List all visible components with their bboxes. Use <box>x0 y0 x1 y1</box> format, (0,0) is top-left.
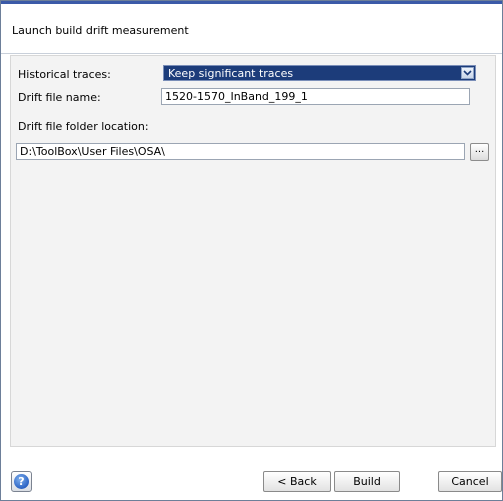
dialog-header: Launch build drift measurement <box>1 4 502 54</box>
dialog-footer: ? < Back Build Cancel <box>1 447 502 500</box>
drift-file-name-input[interactable]: 1520-1570_InBand_199_1 <box>161 88 470 105</box>
drift-file-name-label: Drift file name: <box>18 91 101 104</box>
build-button[interactable]: Build <box>334 471 400 492</box>
dialog-title: Launch build drift measurement <box>12 24 189 37</box>
help-button[interactable]: ? <box>11 471 32 492</box>
browse-button[interactable]: ... <box>470 143 489 161</box>
chevron-down-icon[interactable] <box>461 67 474 79</box>
historical-traces-select[interactable]: Keep significant traces <box>163 65 476 81</box>
dialog-window: Launch build drift measurement Historica… <box>0 0 503 501</box>
folder-location-label: Drift file folder location: <box>18 120 149 133</box>
historical-traces-label: Historical traces: <box>18 68 111 81</box>
drift-file-name-value: 1520-1570_InBand_199_1 <box>165 90 308 103</box>
back-button[interactable]: < Back <box>263 471 331 492</box>
help-icon: ? <box>14 474 29 489</box>
form-panel: Historical traces: Keep significant trac… <box>10 55 496 447</box>
cancel-button[interactable]: Cancel <box>438 471 502 492</box>
historical-traces-value: Keep significant traces <box>168 67 294 80</box>
folder-location-input[interactable]: D:\ToolBox\User Files\OSA\ <box>16 143 465 160</box>
folder-location-value: D:\ToolBox\User Files\OSA\ <box>20 145 165 158</box>
